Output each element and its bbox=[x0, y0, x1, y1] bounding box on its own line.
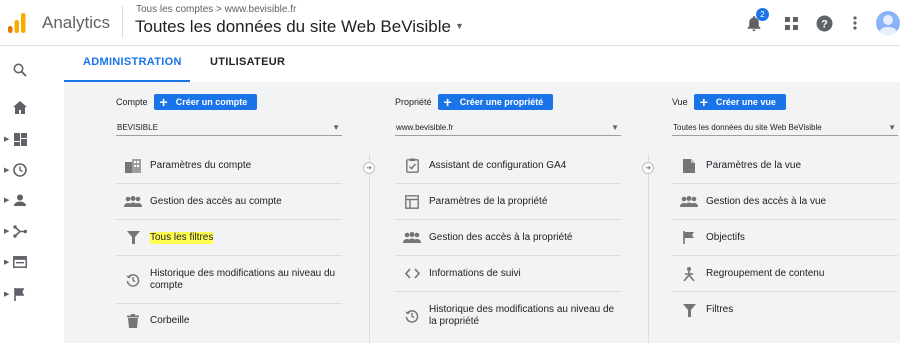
home-icon[interactable] bbox=[4, 96, 36, 118]
person-icon[interactable]: ▶ bbox=[4, 189, 36, 211]
trash-item[interactable]: Corbeille bbox=[116, 304, 342, 338]
view-column: Vue + Créer une vue Toutes les données d… bbox=[672, 94, 898, 328]
account-history-item[interactable]: Historique des modifications au niveau d… bbox=[116, 256, 342, 304]
column-separator bbox=[648, 154, 649, 343]
clock-icon[interactable]: ▶ bbox=[4, 159, 36, 181]
breadcrumb[interactable]: Tous les comptes > www.bevisible.fr bbox=[136, 4, 296, 15]
property-settings-icon bbox=[395, 194, 429, 209]
goals-item[interactable]: Objectifs bbox=[672, 220, 898, 256]
people-icon bbox=[395, 232, 429, 243]
account-label: Compte bbox=[116, 97, 148, 107]
view-settings-item[interactable]: Paramètres de la vue bbox=[672, 148, 898, 184]
caret-down-icon: ▼ bbox=[611, 123, 619, 132]
behavior-icon[interactable]: ▶ bbox=[4, 251, 36, 273]
caret-down-icon: ▼ bbox=[332, 123, 340, 132]
view-select[interactable]: Toutes les données du site Web BeVisible… bbox=[672, 120, 898, 136]
create-account-button[interactable]: + Créer un compte bbox=[153, 94, 258, 110]
help-icon[interactable]: ? bbox=[814, 13, 834, 33]
history-icon bbox=[395, 309, 429, 323]
notification-badge: 2 bbox=[756, 8, 769, 21]
filter-icon bbox=[672, 303, 706, 317]
analytics-logo[interactable] bbox=[8, 13, 26, 33]
building-icon bbox=[116, 158, 150, 173]
view-selector[interactable]: Toutes les données du site Web BeVisible… bbox=[135, 17, 464, 37]
property-select[interactable]: www.bevisible.fr ▼ bbox=[395, 120, 621, 136]
divider bbox=[122, 6, 123, 38]
apps-grid-icon[interactable] bbox=[781, 13, 801, 33]
view-filters-item[interactable]: Filtres bbox=[672, 292, 898, 328]
account-select[interactable]: BEVISIBLE ▼ bbox=[116, 120, 342, 136]
trash-icon bbox=[116, 314, 150, 328]
create-property-button[interactable]: + Créer une propriété bbox=[437, 94, 554, 110]
flag-icon bbox=[672, 231, 706, 244]
account-access-item[interactable]: Gestion des accès au compte bbox=[116, 184, 342, 220]
avatar[interactable] bbox=[876, 11, 900, 35]
dashboard-icon[interactable]: ▶ bbox=[4, 128, 36, 150]
content-grouping-icon bbox=[672, 266, 706, 281]
plus-icon: + bbox=[159, 94, 168, 110]
property-column: Propriété + Créer une propriété www.bevi… bbox=[395, 94, 621, 340]
caret-down-icon: ▼ bbox=[888, 123, 896, 132]
create-view-button[interactable]: + Créer une vue bbox=[693, 94, 786, 110]
plus-icon: + bbox=[443, 94, 452, 110]
acquisition-icon[interactable]: ▶ bbox=[4, 220, 36, 242]
left-nav-rail: ▶ ▶ ▶ ▶ ▶ ▶ bbox=[0, 46, 40, 343]
search-icon[interactable] bbox=[4, 59, 36, 81]
people-icon bbox=[116, 196, 150, 207]
caret-down-icon: ▼ bbox=[454, 21, 464, 31]
arrow-right-icon: ➔ bbox=[363, 162, 375, 174]
clipboard-check-icon bbox=[395, 158, 429, 173]
property-label: Propriété bbox=[395, 97, 432, 107]
view-label: Vue bbox=[672, 97, 688, 107]
svg-text:?: ? bbox=[821, 18, 828, 30]
property-access-item[interactable]: Gestion des accès à la propriété bbox=[395, 220, 621, 256]
code-icon bbox=[395, 268, 429, 279]
filter-icon bbox=[116, 231, 150, 244]
admin-main: ADMINISTRATION UTILISATEUR Compte + Crée… bbox=[64, 46, 900, 343]
app-name: Analytics bbox=[42, 13, 111, 32]
property-settings-item[interactable]: Paramètres de la propriété bbox=[395, 184, 621, 220]
people-icon bbox=[672, 196, 706, 207]
site-title: Toutes les données du site Web BeVisible bbox=[135, 17, 451, 36]
account-column: Compte + Créer un compte BEVISIBLE ▼ Par… bbox=[116, 94, 342, 338]
document-icon bbox=[672, 158, 706, 173]
account-settings-item[interactable]: Paramètres du compte bbox=[116, 148, 342, 184]
view-access-item[interactable]: Gestion des accès à la vue bbox=[672, 184, 898, 220]
arrow-right-icon: ➔ bbox=[642, 162, 654, 174]
tracking-info-item[interactable]: Informations de suivi bbox=[395, 256, 621, 292]
tab-administration[interactable]: ADMINISTRATION bbox=[83, 56, 182, 68]
column-separator bbox=[369, 154, 370, 343]
flag-icon[interactable]: ▶ bbox=[4, 283, 36, 305]
tab-utilisateur[interactable]: UTILISATEUR bbox=[210, 56, 285, 68]
all-filters-item[interactable]: Tous les filtres bbox=[116, 220, 342, 256]
property-history-item[interactable]: Historique des modifications au niveau d… bbox=[395, 292, 621, 340]
ga4-setup-assistant-item[interactable]: Assistant de configuration GA4 bbox=[395, 148, 621, 184]
more-vert-icon[interactable] bbox=[845, 13, 865, 33]
history-icon bbox=[116, 273, 150, 287]
content-grouping-item[interactable]: Regroupement de contenu bbox=[672, 256, 898, 292]
plus-icon: + bbox=[699, 94, 708, 110]
top-bar: Analytics Tous les comptes > www.bevisib… bbox=[0, 0, 900, 46]
